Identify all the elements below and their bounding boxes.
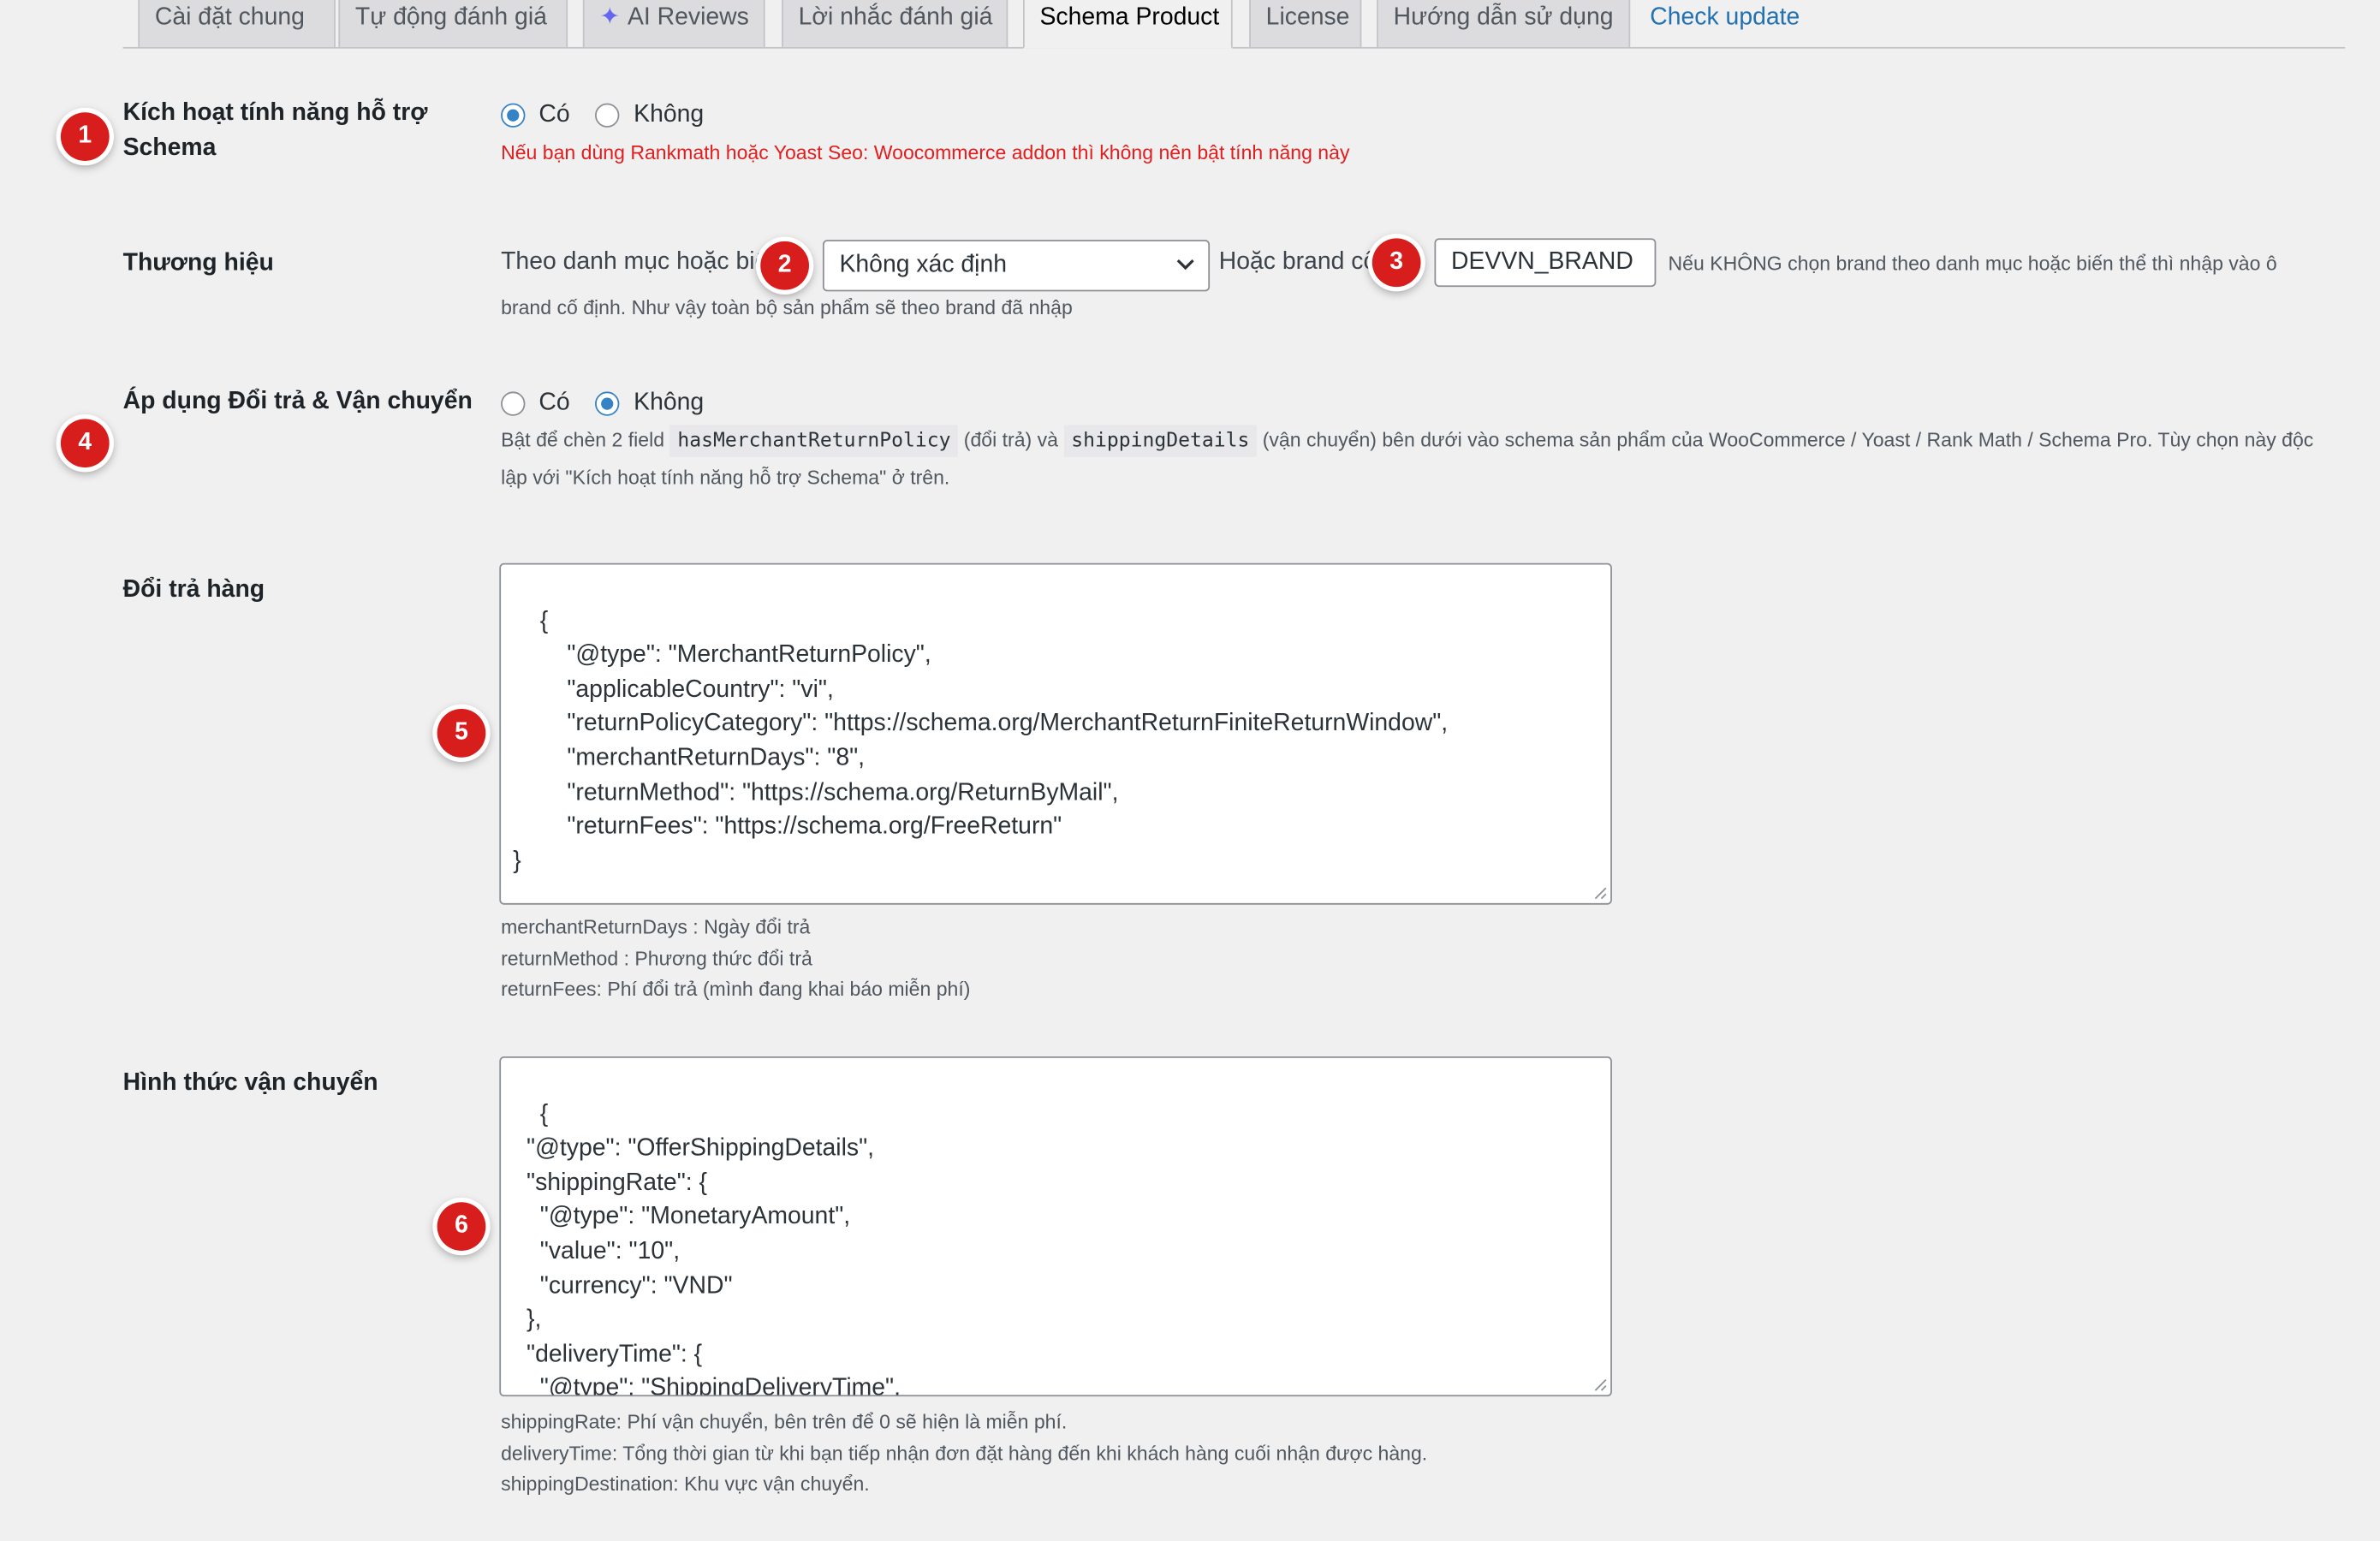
resize-handle-icon[interactable] — [1592, 885, 1608, 901]
tab-label: License — [1265, 4, 1350, 31]
tab-label: Cài đặt chung — [154, 4, 305, 31]
tab-label: Tự động đánh giá — [354, 4, 547, 31]
returns-shipping-desc: Bật để chèn 2 field hasMerchantReturnPol… — [501, 425, 2314, 457]
returns-shipping-desc-line2: lập với "Kích hoạt tính năng hỗ trợ Sche… — [501, 466, 950, 489]
resize-handle-icon[interactable] — [1592, 1377, 1608, 1392]
annotation-badge-3: 3 — [1371, 238, 1421, 288]
desc-text: Bật để chèn 2 field — [501, 427, 665, 451]
returns-shipping-label: Áp dụng Đổi trả & Vận chuyển — [122, 388, 473, 415]
annotation-badge-2: 2 — [760, 241, 810, 290]
returns-shipping-radio-group: Có Không — [501, 390, 729, 418]
tab-general-settings[interactable]: Cài đặt chung — [138, 0, 336, 47]
shipping-note: deliveryTime: Tổng thời gian từ khi bạn … — [501, 1442, 1428, 1465]
tab-ai-reviews[interactable]: ✦ AI Reviews — [582, 0, 765, 47]
radio-label-yes: Có — [538, 101, 570, 128]
tab-auto-review[interactable]: Tự động đánh giá — [338, 0, 568, 47]
brand-select[interactable]: Không xác định — [822, 240, 1211, 292]
brand-select-value: Không xác định — [839, 252, 1008, 278]
brand-label: Thương hiệu — [122, 250, 274, 277]
schema-warning: Nếu bạn dùng Rankmath hoặc Yoast Seo: Wo… — [501, 140, 1350, 164]
return-policy-label: Đổi trả hàng — [122, 576, 265, 603]
tab-label: Lời nhắc đánh giá — [798, 4, 993, 31]
return-policy-note: returnFees: Phí đổi trả (mình đang khai … — [501, 977, 971, 1001]
return-policy-json: { "@type": "MerchantReturnPolicy", "appl… — [513, 608, 1449, 874]
returns-radio-no[interactable] — [595, 391, 621, 416]
annotation-badge-5: 5 — [437, 708, 486, 758]
shipping-note: shippingDestination: Khu vực vận chuyển. — [501, 1472, 870, 1496]
schema-radio-group: Có Không — [501, 102, 729, 129]
annotation-badge-1: 1 — [60, 112, 110, 161]
brand-input-value: DEVVN_BRAND — [1450, 248, 1633, 275]
brand-fixed-text: Hoặc brand cố — [1218, 248, 1377, 275]
schema-enable-label: Kích hoạt tính năng hỗ trợ Schema — [123, 96, 428, 166]
tab-schema-product[interactable]: Schema Product — [1023, 0, 1233, 49]
tab-label: Hướng dẫn sử dụng — [1393, 4, 1614, 31]
tab-user-guide[interactable]: Hướng dẫn sử dụng — [1377, 0, 1631, 47]
shipping-json: { "@type": "OfferShippingDetails", "ship… — [527, 1101, 901, 1397]
label-line: Kích hoạt tính năng hỗ trợ — [122, 100, 428, 127]
brand-fixed-input[interactable]: DEVVN_BRAND — [1434, 238, 1657, 288]
tab-label: Schema Product — [1039, 4, 1220, 31]
tab-review-reminder[interactable]: Lời nhắc đánh giá — [782, 0, 1009, 47]
radio-label-no: Không — [634, 101, 705, 128]
return-policy-note: returnMethod : Phương thức đổi trả — [501, 947, 812, 970]
schema-radio-no[interactable] — [595, 103, 621, 128]
desc-text: (đổi trả) và — [963, 427, 1058, 451]
shipping-textarea[interactable]: { "@type": "OfferShippingDetails", "ship… — [499, 1056, 1612, 1397]
radio-label-yes: Có — [538, 390, 570, 416]
return-policy-textarea[interactable]: { "@type": "MerchantReturnPolicy", "appl… — [499, 562, 1612, 905]
annotation-badge-6: 6 — [437, 1202, 486, 1251]
brand-hint-line1: Nếu KHÔNG chọn brand theo danh mục hoặc … — [1668, 252, 2277, 275]
annotation-badge-4: 4 — [60, 419, 110, 468]
tab-label: AI Reviews — [627, 4, 749, 31]
radio-label-no: Không — [634, 390, 705, 416]
tab-license[interactable]: License — [1249, 0, 1362, 47]
schema-radio-yes[interactable] — [501, 103, 526, 128]
code-shipping-details: shippingDetails — [1063, 425, 1258, 457]
check-update-link[interactable]: Check update — [1650, 0, 1800, 37]
sparkle-icon: ✦ — [599, 4, 621, 31]
chevron-down-icon — [1176, 259, 1194, 271]
returns-radio-yes[interactable] — [501, 391, 526, 416]
brand-hint-line2: brand cố định. Như vậy toàn bộ sản phẩm … — [501, 295, 1073, 319]
shipping-label: Hình thức vận chuyển — [122, 1069, 378, 1097]
desc-text: (vận chuyển) bên dưới vào schema sản phẩ… — [1262, 427, 2314, 451]
settings-page: Cài đặt chung Tự động đánh giá ✦ AI Revi… — [0, 0, 2380, 1541]
return-policy-note: merchantReturnDays : Ngày đổi trả — [501, 915, 811, 938]
label-line: Schema — [122, 134, 217, 161]
brand-by-category-text: Theo danh mục hoặc biế — [501, 248, 769, 275]
code-has-merchant-return-policy: hasMerchantReturnPolicy — [669, 425, 959, 457]
shipping-note: shippingRate: Phí vận chuyển, bên trên đ… — [501, 1410, 1068, 1433]
